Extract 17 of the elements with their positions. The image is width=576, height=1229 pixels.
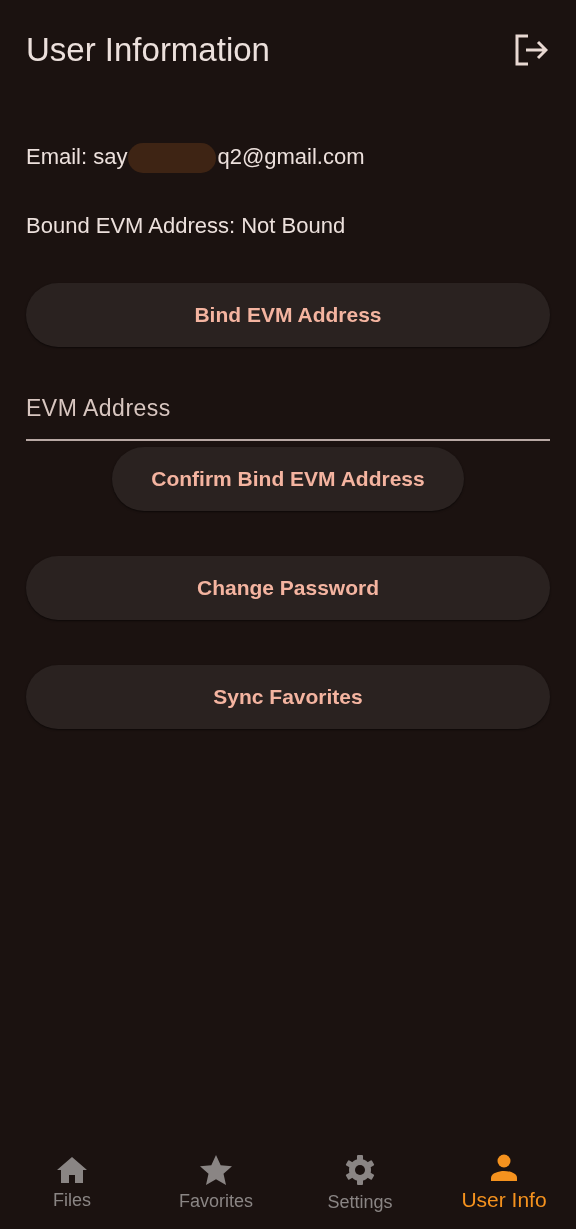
home-icon: [56, 1155, 88, 1184]
bound-address-text: Bound EVM Address: Not Bound: [26, 212, 347, 241]
nav-tab[interactable]: Settings: [288, 1137, 432, 1229]
confirm-bind-button[interactable]: Confirm Bind EVM Address: [112, 447, 464, 512]
address-field[interactable]: EVM Address: [26, 377, 550, 442]
logout-icon[interactable]: [514, 34, 548, 66]
email-text: Email: say q2@gmail.com: [26, 142, 550, 174]
person-icon: [490, 1154, 518, 1182]
action-button[interactable]: Change Password: [26, 556, 550, 621]
nav-tab[interactable]: Files: [0, 1137, 144, 1229]
gear-icon: [344, 1153, 376, 1186]
page-title: User Information: [26, 31, 270, 69]
nav-tab[interactable]: User Info: [432, 1137, 576, 1229]
action-button[interactable]: Sync Favorites: [26, 665, 550, 730]
star-icon: [200, 1154, 232, 1185]
nav-tab[interactable]: Favorites: [144, 1137, 288, 1229]
bind-address-button[interactable]: Bind EVM Address: [26, 283, 550, 348]
